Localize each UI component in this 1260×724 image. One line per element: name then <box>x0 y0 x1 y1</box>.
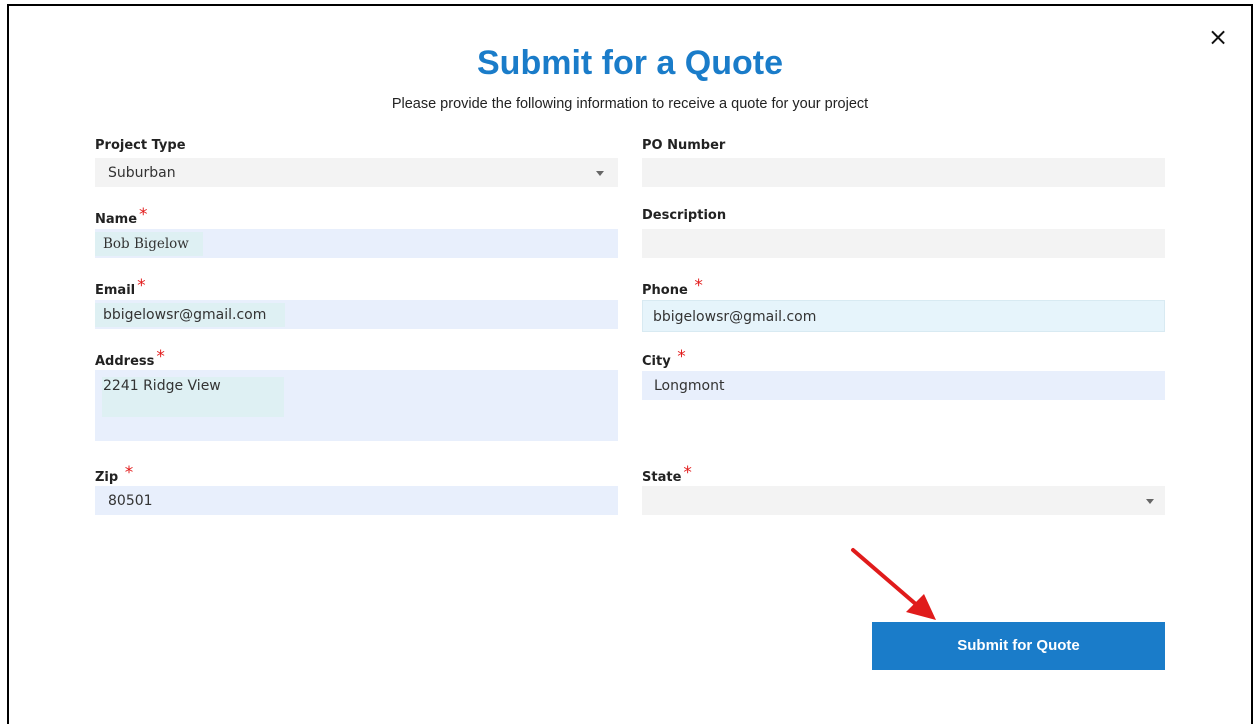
submit-for-quote-button[interactable]: Submit for Quote <box>872 622 1165 670</box>
annotation-arrow-icon <box>851 548 936 620</box>
